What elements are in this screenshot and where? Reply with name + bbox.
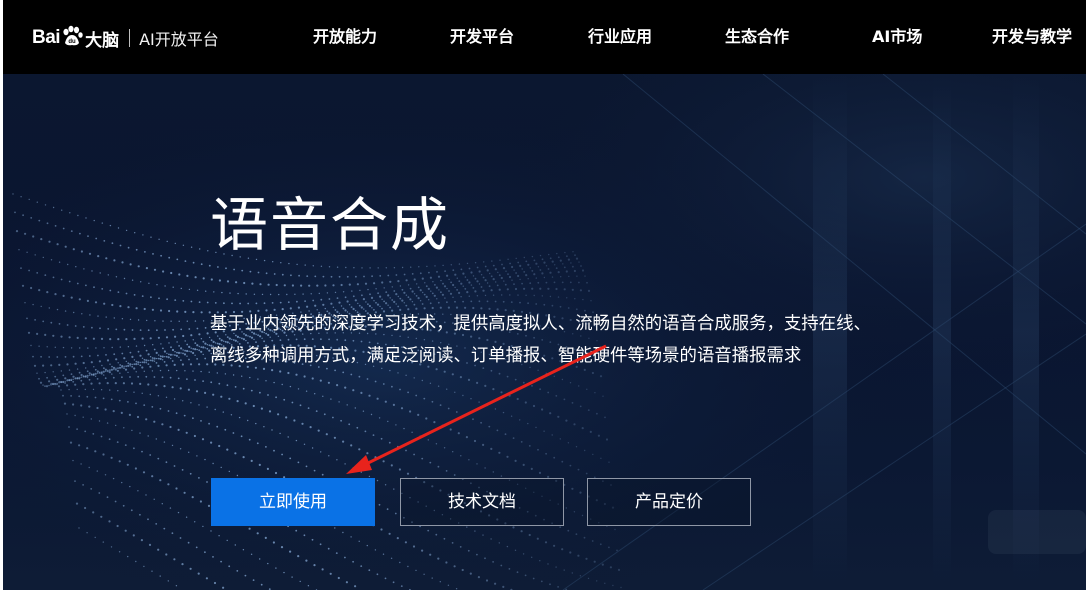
description-line-1: 基于业内领先的深度学习技术，提供高度拟人、流畅自然的语音合成服务，支持在线、	[210, 314, 871, 334]
paw-icon: du	[61, 25, 83, 51]
nav-item-open-capabilities[interactable]: 开放能力	[313, 24, 377, 50]
bottom-divider	[0, 590, 1086, 596]
logo-subtitle: AI开放平台	[139, 30, 219, 49]
nav-item-industry-apps[interactable]: 行业应用	[588, 24, 652, 50]
logo-divider	[129, 29, 131, 47]
side-widget[interactable]	[988, 510, 1086, 554]
logo-dunao-text: 大脑	[85, 30, 120, 51]
product-description: 基于业内领先的深度学习技术，提供高度拟人、流畅自然的语音合成服务，支持在线、 离…	[210, 308, 970, 372]
tech-docs-button[interactable]: 技术文档	[400, 478, 564, 526]
hero-banner: 语音合成 基于业内领先的深度学习技术，提供高度拟人、流畅自然的语音合成服务，支持…	[3, 74, 1086, 590]
nav-item-dev-teaching[interactable]: 开发与教学	[992, 24, 1072, 50]
top-navbar: Bai du 大脑 AI开放平台 开放能力 开发平台 行业应用 生态合作 AI市…	[3, 0, 1086, 74]
page: Bai du 大脑 AI开放平台 开放能力 开发平台 行业应用 生态合作 AI市…	[0, 0, 1086, 596]
svg-text:du: du	[68, 39, 76, 45]
baidu-ai-logo[interactable]: Bai du 大脑 AI开放平台	[32, 22, 219, 54]
logo-bai-text: Bai	[32, 27, 61, 48]
page-title: 语音合成	[210, 191, 451, 259]
nav-item-ai-market[interactable]: AI市场	[872, 24, 922, 50]
description-line-2: 离线多种调用方式，满足泛阅读、订单播报、智能硬件等场景的语音播报需求	[210, 346, 802, 366]
nav-item-dev-platform[interactable]: 开发平台	[450, 24, 514, 50]
pricing-button[interactable]: 产品定价	[587, 478, 751, 526]
nav-item-ecosystem[interactable]: 生态合作	[725, 24, 789, 50]
use-now-button[interactable]: 立即使用	[211, 478, 375, 526]
